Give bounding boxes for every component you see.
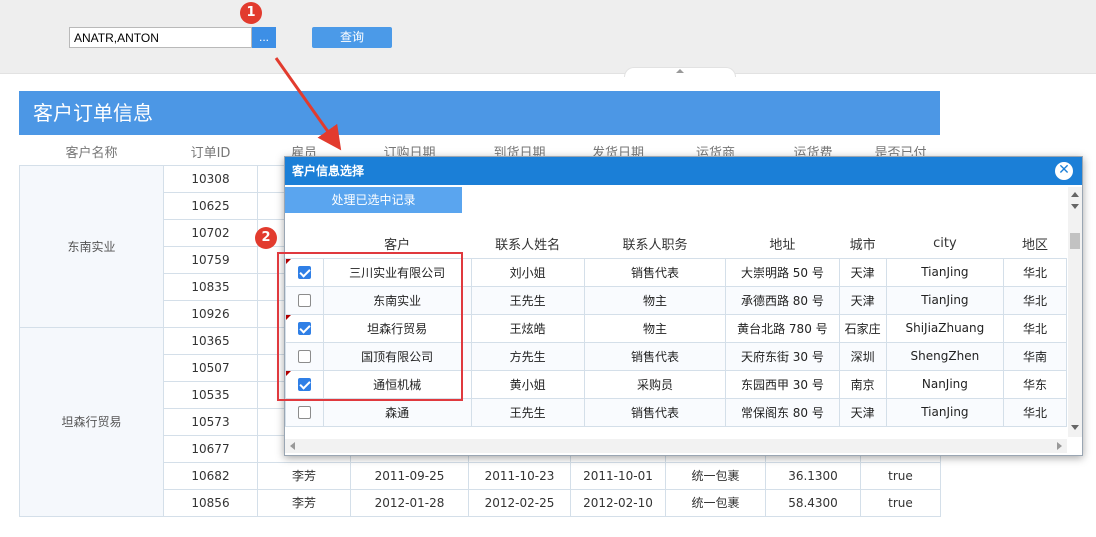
grid-cell: 深圳 bbox=[838, 341, 887, 371]
open-selector-button[interactable]: ... bbox=[252, 27, 276, 48]
grid-cell: 黄台北路 780 号 bbox=[725, 313, 840, 343]
grid-cell: 物主 bbox=[583, 285, 727, 315]
grid-cell: 华东 bbox=[1003, 369, 1067, 399]
scroll-up-icon[interactable] bbox=[1071, 192, 1079, 197]
report-title: 客户订单信息 bbox=[19, 91, 940, 135]
table-cell: 2012-02-10 bbox=[570, 488, 666, 517]
order-id-cell: 10535 bbox=[163, 380, 258, 409]
annotation-badge-1: 1 bbox=[240, 2, 262, 24]
order-id-cell: 10835 bbox=[163, 272, 258, 301]
grid-cell: 天府东街 30 号 bbox=[725, 341, 840, 371]
order-id-cell: 10759 bbox=[163, 245, 258, 274]
grid-column-header: 地址 bbox=[769, 237, 796, 253]
grid-cell: 王炫皓 bbox=[470, 313, 585, 343]
grid-cell: 华北 bbox=[1003, 285, 1067, 315]
grid-cell: NanJing bbox=[885, 369, 1005, 399]
table-cell: 36.1300 bbox=[765, 461, 861, 490]
customer-group-cell: 坦森行贸易 bbox=[19, 326, 164, 517]
grid-cell: ShiJiaZhuang bbox=[885, 313, 1005, 343]
table-cell: 2011-10-01 bbox=[570, 461, 666, 490]
collapse-toolbar-handle[interactable] bbox=[624, 67, 736, 77]
grid-cell: 刘小姐 bbox=[470, 257, 585, 287]
grid-cell: 华北 bbox=[1003, 257, 1067, 287]
grid-cell: TianJing bbox=[885, 397, 1005, 427]
order-id-cell: 10308 bbox=[163, 164, 258, 193]
scroll-right-icon[interactable] bbox=[1057, 442, 1062, 450]
grid-cell: 石家庄 bbox=[838, 313, 887, 343]
table-cell: 统一包裹 bbox=[665, 461, 766, 490]
dialog-header: 客户信息选择 ✕ bbox=[285, 157, 1082, 185]
grid-cell: 华北 bbox=[1003, 313, 1067, 343]
scroll-left-icon[interactable] bbox=[290, 442, 295, 450]
grid-column-header: 地区 bbox=[1022, 237, 1049, 253]
grid-cell: 大崇明路 50 号 bbox=[725, 257, 840, 287]
grid-row[interactable]: 森通 王先生 销售代表 常保阁东 80 号天津 TianJing 华北 bbox=[285, 397, 1067, 427]
grid-column-header: 城市 bbox=[849, 237, 876, 253]
customer-group-cell: 东南实业 bbox=[19, 164, 164, 328]
scroll-thumb[interactable] bbox=[1070, 233, 1080, 249]
scroll-down-icon[interactable] bbox=[1071, 204, 1079, 209]
grid-cell: TianJing bbox=[885, 257, 1005, 287]
customer-input[interactable] bbox=[69, 27, 252, 48]
unchecked-checkbox[interactable] bbox=[297, 406, 311, 419]
column-header: 订单ID bbox=[163, 139, 258, 166]
grid-cell: 天津 bbox=[838, 397, 887, 427]
grid-cell: 销售代表 bbox=[583, 341, 727, 371]
grid-column-header: city bbox=[933, 235, 957, 251]
grid-cell: 方先生 bbox=[470, 341, 585, 371]
grid-cell: 销售代表 bbox=[583, 397, 727, 427]
column-header: 客户名称 bbox=[19, 139, 164, 166]
grid-cell: 王先生 bbox=[470, 285, 585, 315]
grid-cell: 销售代表 bbox=[583, 257, 727, 287]
process-selected-button[interactable]: 处理已选中记录 bbox=[285, 187, 462, 213]
annotation-badge-2: 2 bbox=[255, 227, 277, 249]
table-cell: 2011-09-25 bbox=[350, 461, 469, 490]
grid-cell: 物主 bbox=[583, 313, 727, 343]
grid-cell: 华南 bbox=[1003, 341, 1067, 371]
query-button[interactable]: 查询 bbox=[312, 27, 392, 48]
grid-column-header: 联系人职务 bbox=[622, 237, 688, 253]
table-cell: 李芳 bbox=[257, 488, 351, 517]
table-cell: 58.4300 bbox=[765, 488, 861, 517]
horizontal-scrollbar[interactable] bbox=[285, 439, 1067, 453]
table-cell: 10856 bbox=[163, 488, 258, 517]
order-id-cell: 10702 bbox=[163, 218, 258, 247]
grid-cell: TianJing bbox=[885, 285, 1005, 315]
table-cell: 10682 bbox=[163, 461, 258, 490]
table-cell: 2012-01-28 bbox=[350, 488, 469, 517]
grid-cell: 天津 bbox=[838, 257, 887, 287]
grid-cell: 东园西甲 30 号 bbox=[725, 369, 840, 399]
grid-cell: 南京 bbox=[838, 369, 887, 399]
grid-cell: 承德西路 80 号 bbox=[725, 285, 840, 315]
scroll-down-end-icon[interactable] bbox=[1071, 425, 1079, 430]
order-id-cell: 10365 bbox=[163, 326, 258, 355]
close-icon[interactable]: ✕ bbox=[1055, 162, 1073, 180]
table-cell: true bbox=[860, 461, 941, 490]
table-cell: 统一包裹 bbox=[665, 488, 766, 517]
grid-cell: 王先生 bbox=[470, 397, 585, 427]
order-id-cell: 10573 bbox=[163, 407, 258, 436]
grid-cell: 天津 bbox=[838, 285, 887, 315]
order-id-cell: 10625 bbox=[163, 191, 258, 220]
order-id-cell: 10926 bbox=[163, 299, 258, 328]
dialog-title: 客户信息选择 bbox=[292, 164, 365, 178]
grid-cell: ShengZhen bbox=[885, 341, 1005, 371]
annotation-highlight-box bbox=[277, 252, 463, 401]
grid-cell: 华北 bbox=[1003, 397, 1067, 427]
parameter-toolbar: ... 查询 bbox=[0, 0, 1096, 77]
order-id-cell: 10507 bbox=[163, 353, 258, 382]
row-checkbox-cell[interactable] bbox=[285, 397, 324, 427]
grid-cell: 采购员 bbox=[583, 369, 727, 399]
grid-cell: 黄小姐 bbox=[470, 369, 585, 399]
table-cell: 2012-02-25 bbox=[468, 488, 571, 517]
grid-column-header: 联系人姓名 bbox=[495, 237, 561, 253]
table-cell: 李芳 bbox=[257, 461, 351, 490]
order-id-cell: 10677 bbox=[163, 434, 258, 463]
vertical-scrollbar[interactable] bbox=[1068, 187, 1082, 437]
table-cell: true bbox=[860, 488, 941, 517]
grid-cell: 森通 bbox=[322, 397, 472, 427]
table-cell: 2011-10-23 bbox=[468, 461, 571, 490]
grid-cell: 常保阁东 80 号 bbox=[725, 397, 840, 427]
